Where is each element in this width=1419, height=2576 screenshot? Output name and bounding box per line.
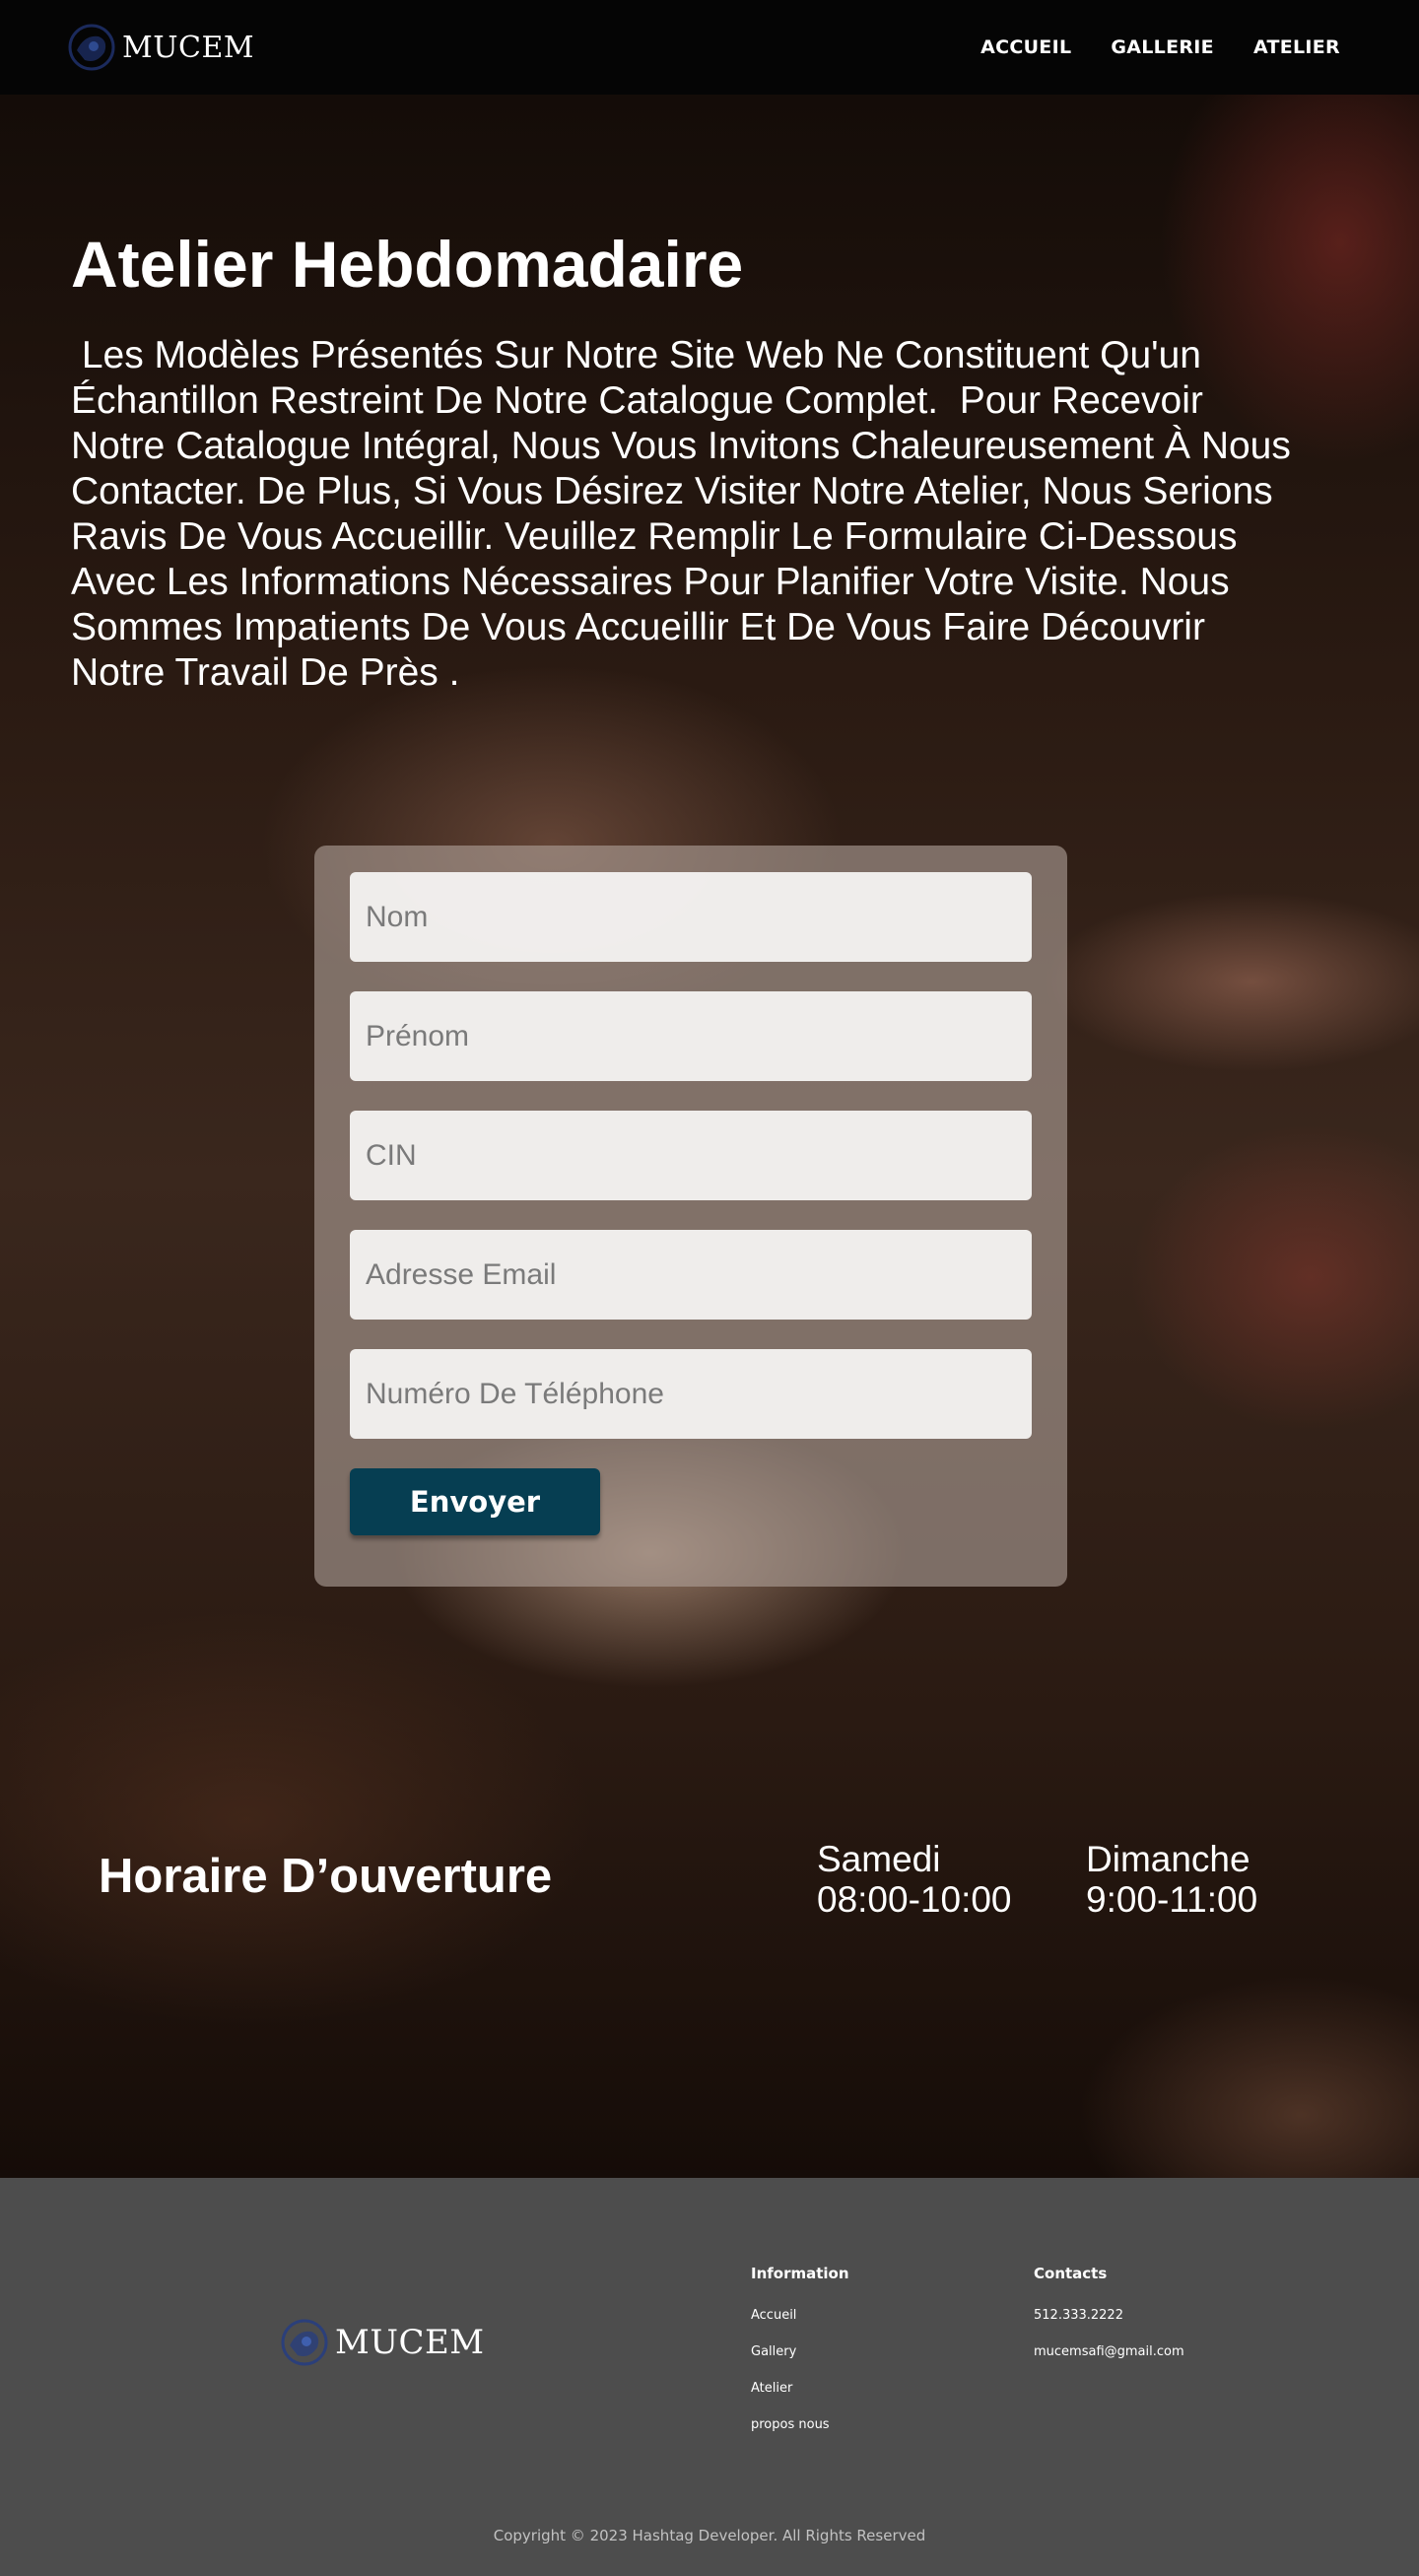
nom-input[interactable] [350, 872, 1032, 962]
footer-contacts-title: Contacts [1034, 2265, 1108, 2282]
pottery-logo-icon [281, 2319, 328, 2366]
pottery-logo-icon [68, 24, 115, 71]
send-button[interactable]: Envoyer [350, 1468, 600, 1535]
footer-link-propos-nous[interactable]: propos nous [751, 2417, 849, 2432]
cin-input[interactable] [350, 1111, 1032, 1200]
day-name: Dimanche [1086, 1839, 1250, 1879]
page-title: Atelier Hebdomadaire [71, 228, 744, 301]
top-navbar: MUCEM ACCUEIL GALLERIE ATELIER [0, 0, 1419, 95]
nav-links: ACCUEIL GALLERIE ATELIER [980, 36, 1340, 58]
day-name: Samedi [817, 1839, 941, 1879]
footer-brand-name: MUCEM [335, 2323, 485, 2362]
footer-link-atelier[interactable]: Atelier [751, 2381, 849, 2396]
nav-link-atelier[interactable]: ATELIER [1253, 36, 1340, 58]
brand-logo[interactable]: MUCEM [65, 21, 254, 74]
footer-phone-link[interactable]: 512.333.2222 [1034, 2308, 1184, 2323]
footer-contacts-column: Contacts 512.333.2222 mucemsafi@gmail.co… [1034, 2265, 1184, 2381]
brand-name: MUCEM [122, 30, 255, 65]
hours-sunday: Dimanche 9:00-11:00 [1086, 1839, 1257, 1920]
opening-hours-title: Horaire D’ouverture [99, 1850, 553, 1903]
nav-link-accueil[interactable]: ACCUEIL [980, 36, 1071, 58]
email-input[interactable] [350, 1230, 1032, 1320]
day-time: 08:00-10:00 [817, 1879, 1012, 1920]
hero-section: Atelier Hebdomadaire Les Modèles Présent… [0, 95, 1419, 2178]
footer-link-accueil[interactable]: Accueil [751, 2308, 849, 2323]
nav-link-gallerie[interactable]: GALLERIE [1111, 36, 1214, 58]
phone-input[interactable] [350, 1349, 1032, 1439]
footer-logo[interactable]: MUCEM [278, 2316, 485, 2369]
visit-request-form: Envoyer [314, 846, 1067, 1587]
footer-link-gallery[interactable]: Gallery [751, 2344, 849, 2359]
day-time: 9:00-11:00 [1086, 1879, 1258, 1920]
site-footer: MUCEM Information Accueil Gallery Atelie… [0, 2178, 1419, 2576]
footer-email-link[interactable]: mucemsafi@gmail.com [1034, 2344, 1184, 2359]
prenom-input[interactable] [350, 991, 1032, 1081]
footer-information-title: Information [751, 2265, 849, 2282]
hero-description: Les Modèles Présentés Sur Notre Site Web… [71, 334, 1302, 694]
copyright-text: Copyright © 2023 Hashtag Developer. All … [493, 2527, 926, 2544]
footer-information-column: Information Accueil Gallery Atelier prop… [751, 2265, 849, 2454]
hours-saturday: Samedi 08:00-10:00 [817, 1839, 1012, 1920]
